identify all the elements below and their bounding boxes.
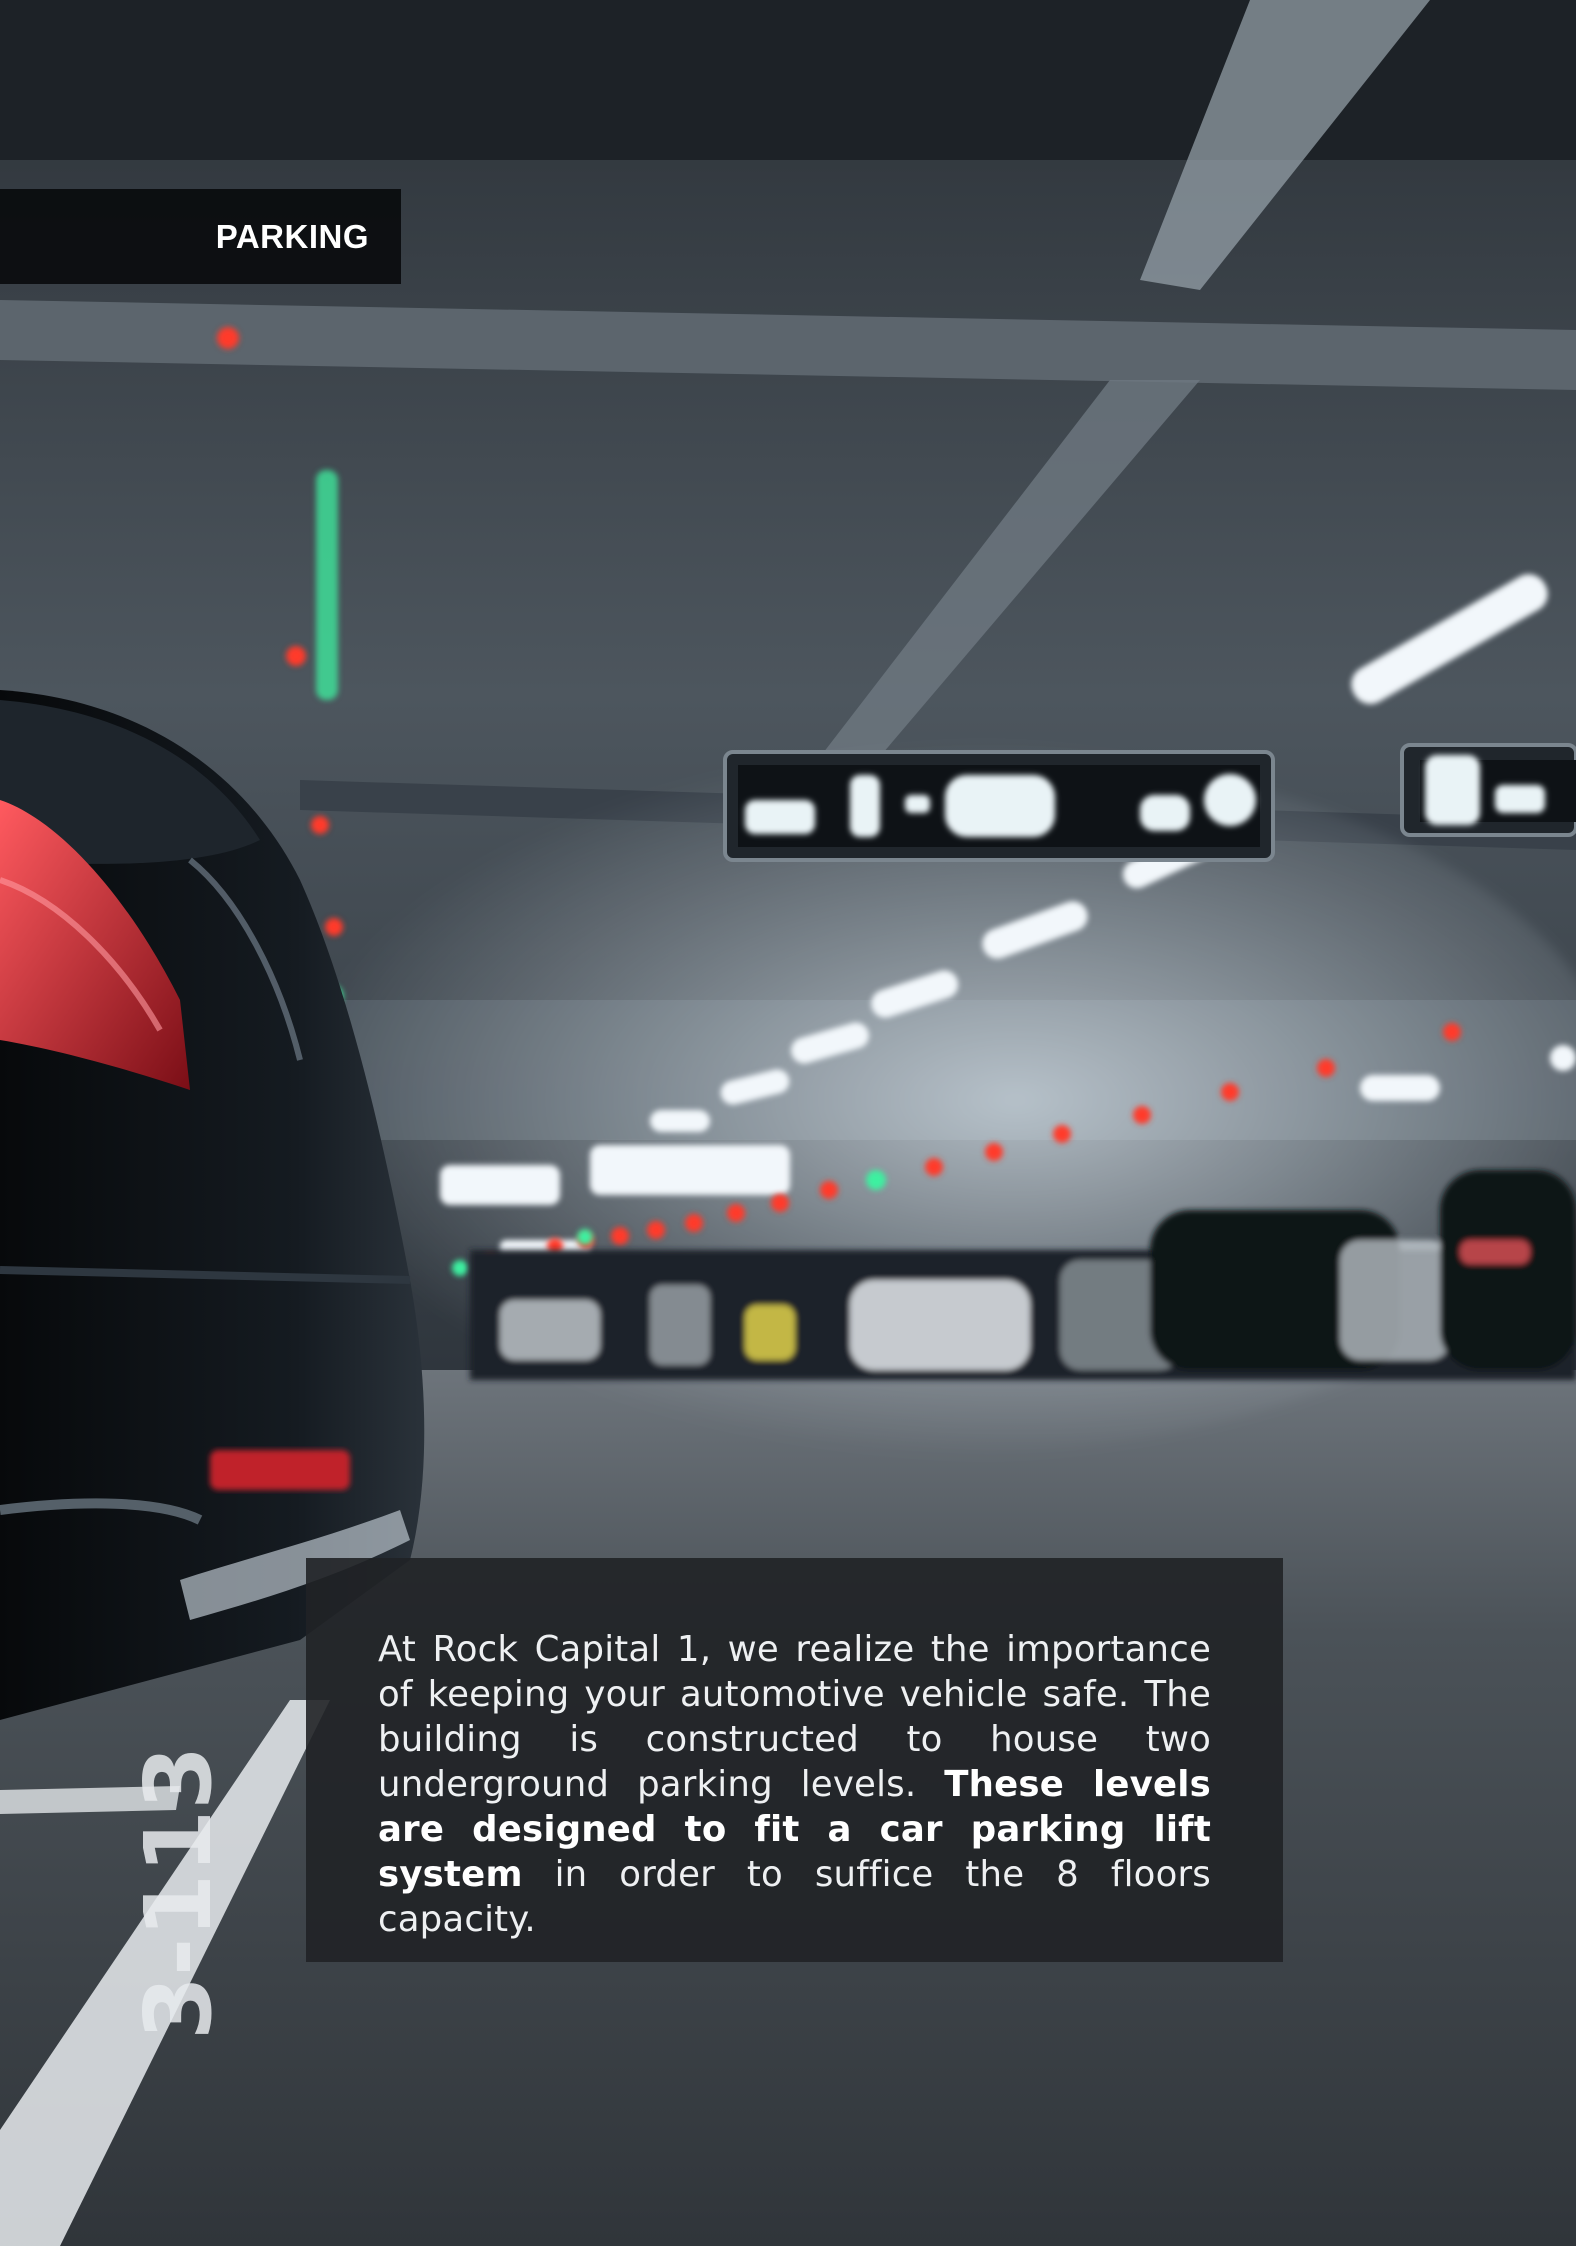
section-title: PARKING xyxy=(215,217,369,255)
floor-spot-number: 3-113 xyxy=(125,1746,232,2040)
info-panel: At Rock Capital 1, we realize the import… xyxy=(306,1558,1283,1962)
section-tag: PARKING xyxy=(0,189,401,284)
info-paragraph: At Rock Capital 1, we realize the import… xyxy=(378,1627,1211,1942)
digital-sign xyxy=(723,750,1275,862)
digital-sign-right xyxy=(1400,743,1576,837)
